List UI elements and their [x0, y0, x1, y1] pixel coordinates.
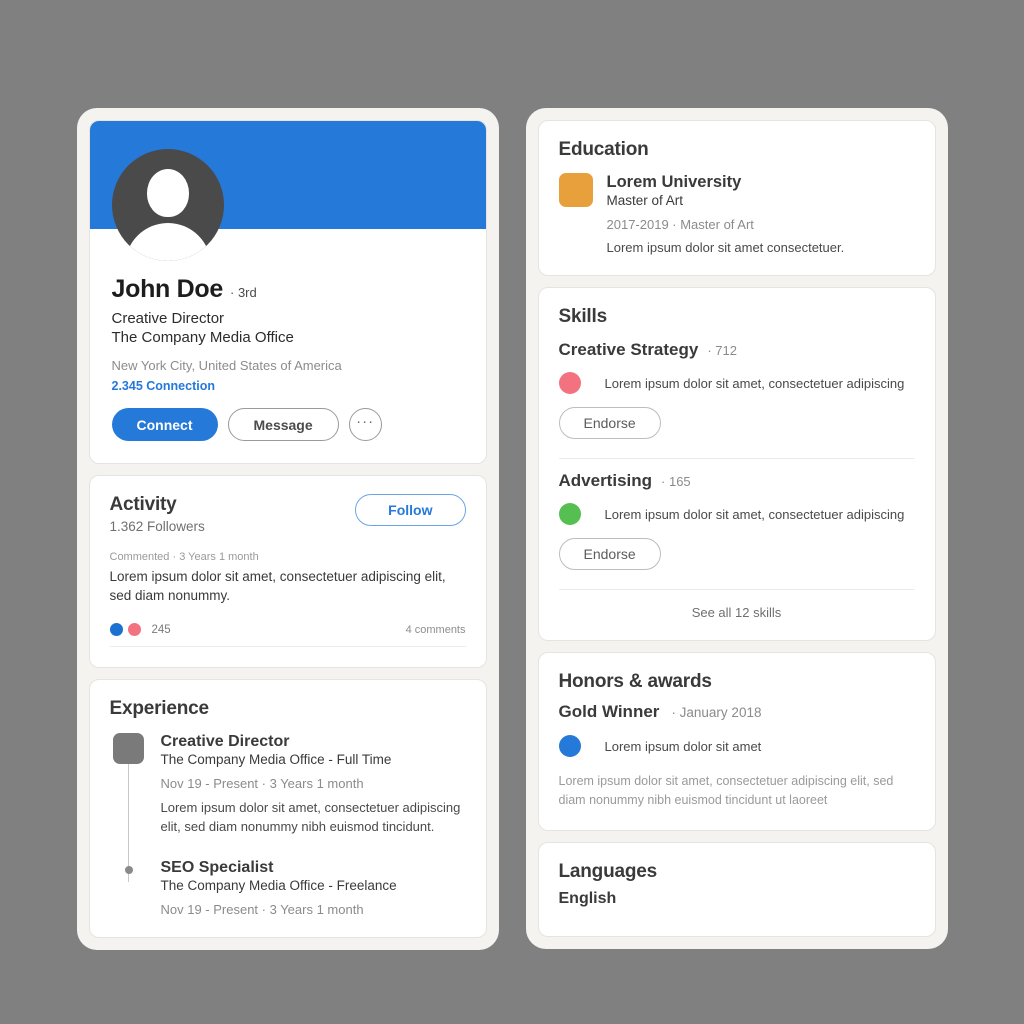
languages-card: Languages English — [537, 841, 936, 937]
avatar[interactable] — [111, 149, 224, 261]
reaction-count: 245 — [151, 623, 171, 636]
education-years: 2017-2019 · Master of Art — [606, 217, 754, 232]
more-options-icon[interactable]: ··· — [348, 408, 382, 442]
profile-mockup-stage: John Doe · 3rd Creative Director The Com… — [0, 0, 1024, 1024]
experience-company: The Company Media Office - Full Time — [160, 752, 392, 768]
avatar-body-shape — [124, 223, 211, 261]
experience-list: Creative Director The Company Media Offi… — [110, 733, 466, 917]
skill-header: Creative Strategy · 712 — [559, 340, 915, 360]
language-item: English — [558, 889, 617, 907]
activity-meta: Commented · 3 Years 1 month — [109, 551, 259, 564]
love-reaction-icon — [127, 623, 141, 637]
honor-name: Gold Winner — [558, 702, 660, 721]
honor-date: · January 2018 — [671, 705, 762, 720]
endorse-button[interactable]: Endorse — [558, 538, 661, 570]
experience-item-content: SEO Specialist The Company Media Office … — [161, 859, 397, 917]
education-title: Education — [558, 139, 649, 160]
endorser-avatar-icon — [558, 503, 581, 525]
skill-name: Creative Strategy — [558, 340, 699, 359]
company-logo-icon — [112, 733, 144, 765]
school-logo-icon — [558, 173, 593, 207]
endorse-button[interactable]: Endorse — [558, 407, 661, 439]
profile-banner — [89, 121, 486, 261]
education-degree: Master of Art — [606, 193, 684, 208]
skills-title: Skills — [558, 306, 608, 327]
skill-endorsement-row: Lorem ipsum dolor sit amet, consectetuer… — [558, 372, 915, 394]
languages-title: Languages — [558, 860, 658, 882]
honor-item-text: Lorem ipsum dolor sit amet — [604, 738, 762, 754]
education-card: Education Lorem University Master of Art… — [537, 120, 936, 276]
skill-endorsement-row: Lorem ipsum dolor sit amet, consectetuer… — [558, 503, 915, 525]
like-reaction-icon — [109, 623, 123, 637]
see-all-skills-link[interactable]: See all 12 skills — [559, 590, 915, 620]
message-button[interactable]: Message — [227, 408, 339, 442]
experience-title: Experience — [109, 698, 210, 720]
avatar-head-shape — [146, 169, 189, 217]
skill-endorsement-text: Lorem ipsum dolor sit amet, consectetuer… — [604, 375, 905, 391]
follow-button[interactable]: Follow — [355, 494, 466, 527]
activity-title: Activity — [109, 494, 177, 516]
education-item-content: Lorem University Master of Art 2017-2019… — [607, 173, 845, 255]
skills-card: Skills Creative Strategy · 712 Lorem ips… — [537, 287, 936, 641]
timeline-dot-icon — [124, 866, 133, 875]
experience-description: Lorem ipsum dolor sit amet, consectetuer… — [160, 800, 461, 835]
school-name: Lorem University — [606, 173, 742, 191]
skill-item: Advertising · 165 Lorem ipsum dolor sit … — [558, 459, 915, 590]
comments-count[interactable]: 4 comments — [406, 624, 466, 636]
experience-role: Creative Director — [160, 733, 290, 751]
activity-post-text: Lorem ipsum dolor sit amet, consectetuer… — [109, 569, 446, 604]
left-column-panel: John Doe · 3rd Creative Director The Com… — [76, 108, 499, 951]
profile-headline-line1: Creative Director — [111, 310, 225, 327]
profile-card: John Doe · 3rd Creative Director The Com… — [88, 120, 487, 465]
right-column-panel: Education Lorem University Master of Art… — [525, 108, 948, 949]
activity-card: Activity 1.362 Followers Follow Commente… — [88, 475, 487, 669]
experience-card: Experience Creative Director The Company… — [88, 679, 487, 939]
endorser-avatar-icon — [558, 372, 581, 394]
connect-button[interactable]: Connect — [111, 408, 218, 442]
profile-action-buttons: Connect Message ··· — [111, 408, 464, 442]
experience-company: The Company Media Office - Freelance — [160, 878, 397, 894]
profile-name: John Doe — [111, 275, 224, 303]
activity-reactions-row: 245 4 comments — [109, 623, 466, 648]
skill-endorsement-count: · 165 — [661, 474, 691, 489]
profile-headline: Creative Director The Company Media Offi… — [112, 309, 464, 347]
honors-title: Honors & awards — [558, 671, 712, 692]
profile-location: New York City, United States of America — [111, 358, 342, 374]
education-description: Lorem ipsum dolor sit amet consectetuer. — [606, 240, 845, 255]
experience-item-rail — [110, 733, 146, 837]
activity-header: Activity 1.362 Followers Follow — [110, 494, 466, 534]
experience-item-content: Creative Director The Company Media Offi… — [161, 733, 466, 837]
connection-degree: · 3rd — [230, 285, 257, 300]
profile-details: John Doe · 3rd Creative Director The Com… — [90, 229, 486, 463]
avatar-placeholder-icon — [111, 149, 224, 261]
honor-issuer-row: Lorem ipsum dolor sit amet — [558, 735, 915, 757]
reactions-group[interactable]: 245 — [109, 623, 171, 637]
profile-name-row: John Doe · 3rd — [112, 275, 464, 304]
profile-headline-line2: The Company Media Office — [111, 329, 294, 347]
honor-description: Lorem ipsum dolor sit amet, consectetuer… — [558, 774, 894, 807]
skill-endorsement-count: · 712 — [707, 343, 737, 358]
experience-item[interactable]: Creative Director The Company Media Offi… — [110, 733, 466, 837]
honors-card: Honors & awards Gold Winner · January 20… — [537, 652, 936, 831]
skill-endorsement-text: Lorem ipsum dolor sit amet, consectetuer… — [604, 506, 905, 522]
skill-name: Advertising — [558, 471, 653, 490]
experience-role: SEO Specialist — [160, 859, 274, 877]
experience-dates: Nov 19 - Present · 3 Years 1 month — [160, 902, 364, 918]
skill-header: Advertising · 165 — [559, 471, 915, 491]
experience-dates: Nov 19 - Present · 3 Years 1 month — [160, 776, 364, 792]
experience-item[interactable]: SEO Specialist The Company Media Office … — [110, 859, 466, 917]
connections-link[interactable]: 2.345 Connection — [112, 379, 464, 393]
issuer-avatar-icon — [558, 735, 581, 757]
experience-item-rail — [110, 859, 146, 917]
honor-header: Gold Winner · January 2018 — [559, 702, 915, 722]
followers-count: 1.362 Followers — [109, 519, 205, 535]
education-item[interactable]: Lorem University Master of Art 2017-2019… — [558, 173, 915, 255]
skill-item: Creative Strategy · 712 Lorem ipsum dolo… — [558, 328, 915, 459]
